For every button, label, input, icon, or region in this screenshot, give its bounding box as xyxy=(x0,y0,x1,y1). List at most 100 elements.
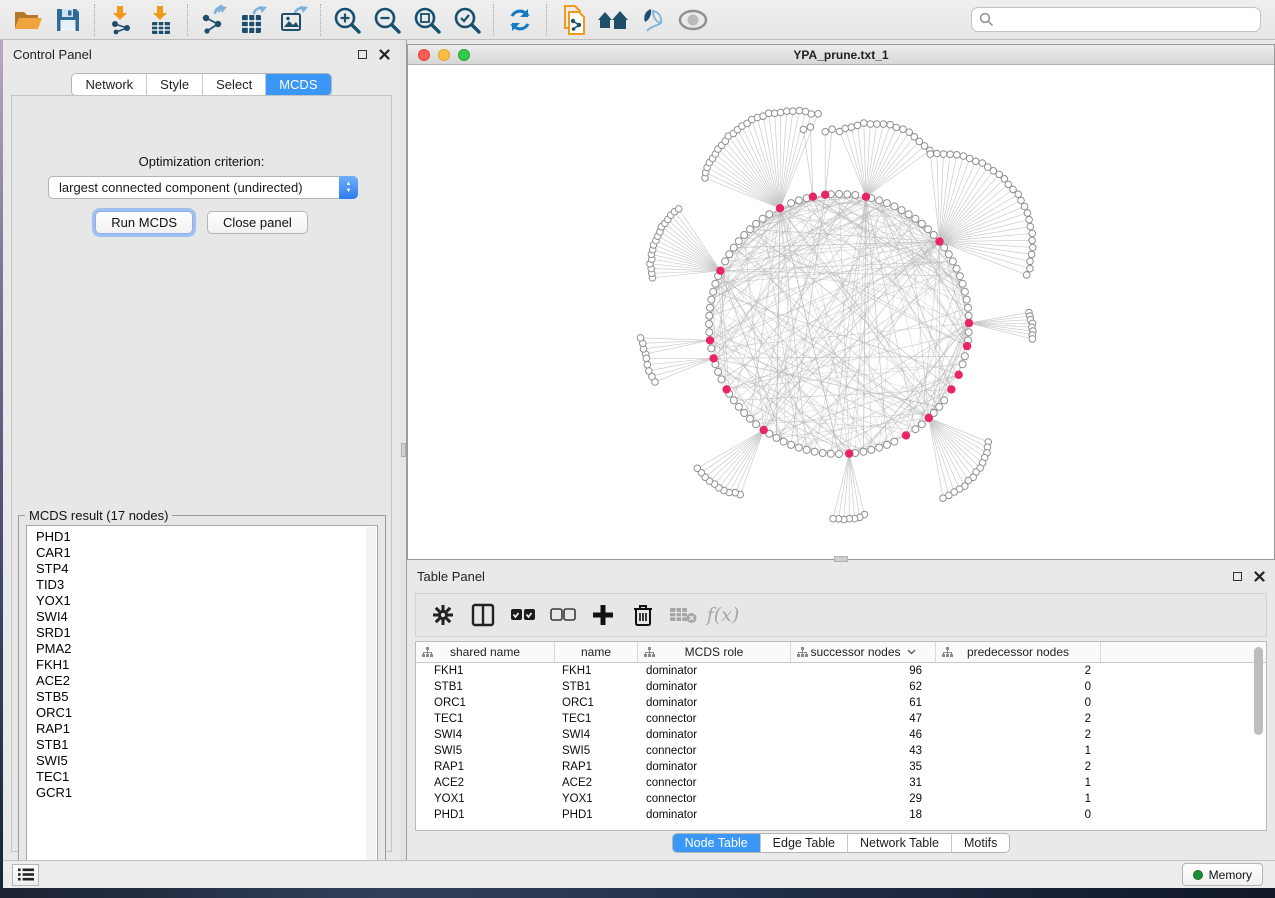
graph-hub-node[interactable] xyxy=(821,191,829,199)
close-panel-icon[interactable] xyxy=(379,49,390,60)
graph-hub-node[interactable] xyxy=(722,385,730,393)
graph-edge[interactable] xyxy=(969,316,1030,323)
graph-node[interactable] xyxy=(836,191,843,198)
graph-edge[interactable] xyxy=(929,418,969,481)
scrollbar-thumb[interactable] xyxy=(1254,647,1263,735)
graph-hub-node[interactable] xyxy=(760,426,768,434)
graph-node[interactable] xyxy=(959,280,966,287)
graph-edge[interactable] xyxy=(709,208,780,324)
add-column-icon[interactable] xyxy=(588,600,618,630)
graph-leaf-node[interactable] xyxy=(1015,191,1022,198)
tab-mcds[interactable]: MCDS xyxy=(265,74,330,95)
graph-edge[interactable] xyxy=(839,454,850,519)
table-row[interactable]: SWI5SWI5connector431 xyxy=(416,743,1266,759)
graph-edge[interactable] xyxy=(713,158,781,208)
open-file-icon[interactable] xyxy=(8,3,48,37)
zoom-fit-icon[interactable] xyxy=(407,3,447,37)
graph-node[interactable] xyxy=(912,426,919,433)
graph-edge[interactable] xyxy=(825,129,832,195)
graph-leaf-node[interactable] xyxy=(1024,210,1031,217)
mcds-result-item[interactable]: PHD1 xyxy=(36,529,377,545)
graph-node[interactable] xyxy=(706,329,713,336)
graph-node[interactable] xyxy=(730,397,737,404)
delete-table-icon[interactable] xyxy=(668,600,698,630)
graph-leaf-node[interactable] xyxy=(934,150,941,157)
graph-hub-node[interactable] xyxy=(902,431,910,439)
graph-node[interactable] xyxy=(965,304,972,311)
graph-edge[interactable] xyxy=(866,129,903,197)
graph-leaf-node[interactable] xyxy=(675,206,682,213)
run-mcds-button[interactable]: Run MCDS xyxy=(95,211,193,234)
graph-leaf-node[interactable] xyxy=(874,121,881,128)
graph-edge[interactable] xyxy=(940,227,1031,242)
graph-edge[interactable] xyxy=(641,338,711,340)
graph-hub-node[interactable] xyxy=(716,267,724,275)
search-input[interactable] xyxy=(994,13,1253,27)
tab-style[interactable]: Style xyxy=(146,74,202,95)
graph-node[interactable] xyxy=(712,280,719,287)
graph-edge[interactable] xyxy=(780,111,793,208)
graph-node[interactable] xyxy=(710,288,717,295)
graph-leaf-node[interactable] xyxy=(972,158,979,165)
graph-node[interactable] xyxy=(788,200,795,207)
graph-leaf-node[interactable] xyxy=(893,124,900,131)
graph-node[interactable] xyxy=(706,321,713,328)
graph-leaf-node[interactable] xyxy=(1010,186,1017,193)
graph-node[interactable] xyxy=(819,450,826,457)
graph-node[interactable] xyxy=(844,191,851,198)
graph-node[interactable] xyxy=(753,421,760,428)
graph-leaf-node[interactable] xyxy=(880,121,887,128)
graph-edge[interactable] xyxy=(665,223,721,270)
graph-node[interactable] xyxy=(708,296,715,303)
tab-select[interactable]: Select xyxy=(202,74,265,95)
graph-node[interactable] xyxy=(836,451,843,458)
graph-node[interactable] xyxy=(956,273,963,280)
graph-leaf-node[interactable] xyxy=(808,111,815,118)
graph-edge[interactable] xyxy=(780,113,781,209)
graph-node[interactable] xyxy=(941,397,948,404)
graph-leaf-node[interactable] xyxy=(637,335,644,342)
mcds-result-item[interactable]: STB5 xyxy=(36,689,377,705)
close-panel-icon[interactable] xyxy=(1254,571,1265,582)
graph-hub-node[interactable] xyxy=(809,193,817,201)
graph-hub-node[interactable] xyxy=(955,371,963,379)
close-panel-button[interactable]: Close panel xyxy=(207,211,308,234)
graph-node[interactable] xyxy=(925,226,932,233)
graph-node[interactable] xyxy=(747,226,754,233)
graph-node[interactable] xyxy=(930,232,937,239)
graph-edge[interactable] xyxy=(845,128,866,196)
task-history-button[interactable] xyxy=(12,864,39,886)
graph-leaf-node[interactable] xyxy=(1018,197,1025,204)
graph-node[interactable] xyxy=(883,441,890,448)
table-row[interactable]: STB1STB1dominator620 xyxy=(416,679,1266,695)
first-neighbors-icon[interactable] xyxy=(593,3,633,37)
mcds-result-item[interactable]: STP4 xyxy=(36,561,377,577)
optimization-criterion-select[interactable]: largest connected component (undirected)… xyxy=(48,176,358,199)
export-network-icon[interactable] xyxy=(194,3,234,37)
graph-node[interactable] xyxy=(827,450,834,457)
tab-network[interactable]: Network xyxy=(72,74,146,95)
mcds-result-item[interactable]: ORC1 xyxy=(36,705,377,721)
graph-node[interactable] xyxy=(965,312,972,319)
graph-edge[interactable] xyxy=(715,284,928,418)
graph-leaf-node[interactable] xyxy=(1028,251,1035,258)
graph-leaf-node[interactable] xyxy=(796,107,803,114)
graph-node[interactable] xyxy=(912,215,919,222)
graph-leaf-node[interactable] xyxy=(829,126,836,133)
mcds-result-item[interactable]: CAR1 xyxy=(36,545,377,561)
graph-edge[interactable] xyxy=(709,324,879,448)
tab-edge-table[interactable]: Edge Table xyxy=(760,834,847,852)
mcds-result-item[interactable]: PMA2 xyxy=(36,641,377,657)
table-row[interactable]: RAP1RAP1dominator352 xyxy=(416,759,1266,775)
graph-edge[interactable] xyxy=(656,241,721,271)
split-panel-icon[interactable] xyxy=(468,600,498,630)
graph-edge[interactable] xyxy=(728,136,780,208)
graph-node[interactable] xyxy=(726,251,733,258)
graph-leaf-node[interactable] xyxy=(822,128,829,135)
graph-leaf-node[interactable] xyxy=(800,126,807,133)
column-header-name[interactable]: name xyxy=(555,642,638,662)
graph-node[interactable] xyxy=(965,329,972,336)
graph-leaf-node[interactable] xyxy=(940,495,947,502)
graph-node[interactable] xyxy=(936,403,943,410)
graph-node[interactable] xyxy=(918,421,925,428)
